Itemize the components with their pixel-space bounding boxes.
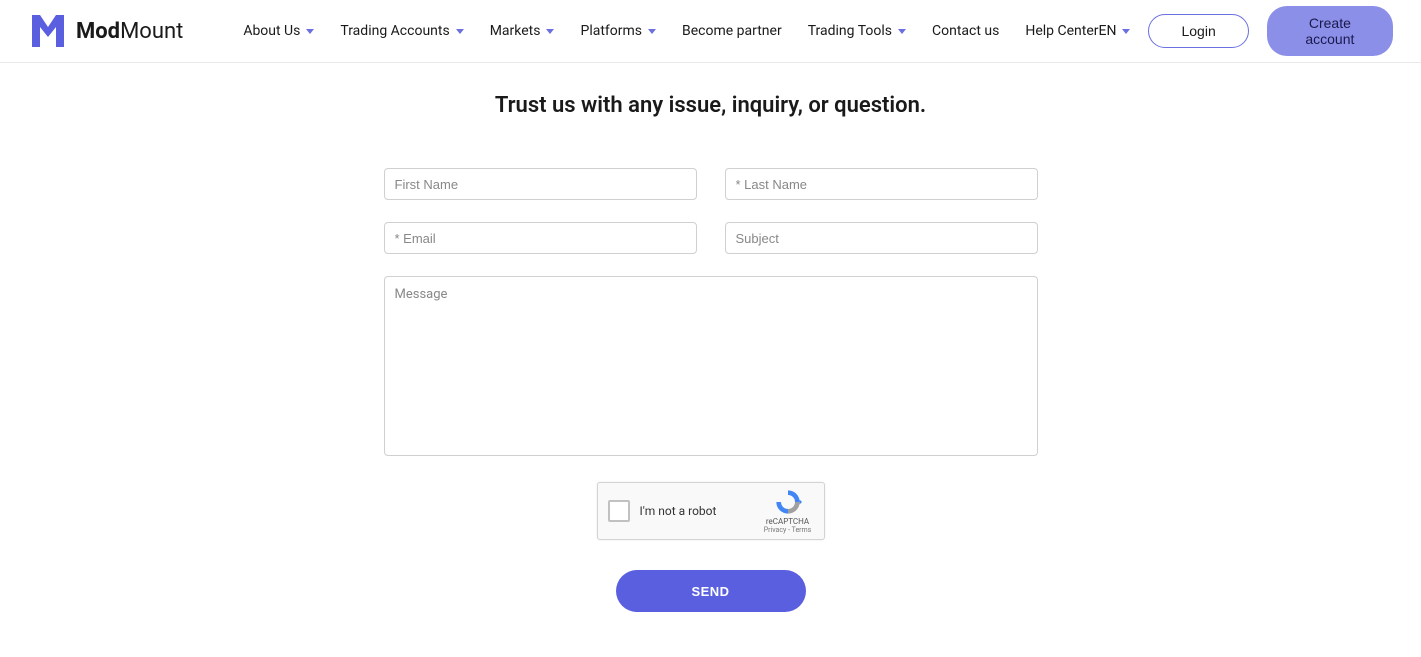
site-header: ModMount About Us Trading Accounts Marke…: [0, 0, 1421, 63]
nav-markets[interactable]: Markets: [490, 23, 555, 39]
nav-help-center[interactable]: Help Center: [1025, 23, 1098, 39]
form-row-email-subject: [384, 222, 1038, 254]
chevron-down-icon: [456, 29, 464, 34]
message-textarea[interactable]: [384, 276, 1038, 456]
nav-label: About Us: [243, 23, 300, 39]
nav-label: Platforms: [580, 23, 642, 39]
nav-platforms[interactable]: Platforms: [580, 23, 656, 39]
header-actions: EN Login Create account: [1099, 6, 1393, 56]
create-account-button[interactable]: Create account: [1267, 6, 1393, 56]
recaptcha-icon: [774, 488, 802, 516]
nav-label: Contact us: [932, 23, 999, 39]
recaptcha-label: I'm not a robot: [640, 504, 752, 518]
nav-label: Trading Accounts: [340, 23, 449, 39]
main-content: Trust us with any issue, inquiry, or que…: [0, 63, 1421, 612]
nav-about-us[interactable]: About Us: [243, 23, 314, 39]
recaptcha-links: Privacy - Terms: [764, 526, 812, 534]
chevron-down-icon: [648, 29, 656, 34]
nav-trading-accounts[interactable]: Trading Accounts: [340, 23, 463, 39]
form-row-name: [384, 168, 1038, 200]
nav-label: Markets: [490, 23, 541, 39]
last-name-input[interactable]: [725, 168, 1038, 200]
send-button[interactable]: SEND: [616, 570, 806, 612]
contact-form: I'm not a robot reCAPTCHA Privacy - Term…: [384, 168, 1038, 612]
nav-trading-tools[interactable]: Trading Tools: [808, 23, 906, 39]
chevron-down-icon: [306, 29, 314, 34]
language-selector[interactable]: EN: [1099, 23, 1131, 39]
brand-logo[interactable]: ModMount: [28, 11, 183, 51]
nav-contact-us[interactable]: Contact us: [932, 23, 999, 39]
language-label: EN: [1099, 23, 1117, 39]
recaptcha-widget: I'm not a robot reCAPTCHA Privacy - Term…: [597, 482, 825, 540]
nav-label: Trading Tools: [808, 23, 892, 39]
first-name-input[interactable]: [384, 168, 697, 200]
chevron-down-icon: [1122, 29, 1130, 34]
login-button[interactable]: Login: [1148, 14, 1248, 48]
main-nav: About Us Trading Accounts Markets Platfo…: [243, 23, 1098, 39]
nav-become-partner[interactable]: Become partner: [682, 23, 782, 39]
recaptcha-checkbox[interactable]: [608, 500, 630, 522]
email-input[interactable]: [384, 222, 697, 254]
logo-icon: [28, 11, 68, 51]
page-subtitle: Trust us with any issue, inquiry, or que…: [495, 93, 926, 118]
brand-name: ModMount: [76, 19, 183, 44]
chevron-down-icon: [898, 29, 906, 34]
nav-label: Become partner: [682, 23, 782, 39]
recaptcha-branding: reCAPTCHA Privacy - Terms: [762, 488, 814, 534]
subject-input[interactable]: [725, 222, 1038, 254]
nav-label: Help Center: [1025, 23, 1098, 39]
recaptcha-brand-text: reCAPTCHA: [766, 517, 809, 526]
chevron-down-icon: [546, 29, 554, 34]
